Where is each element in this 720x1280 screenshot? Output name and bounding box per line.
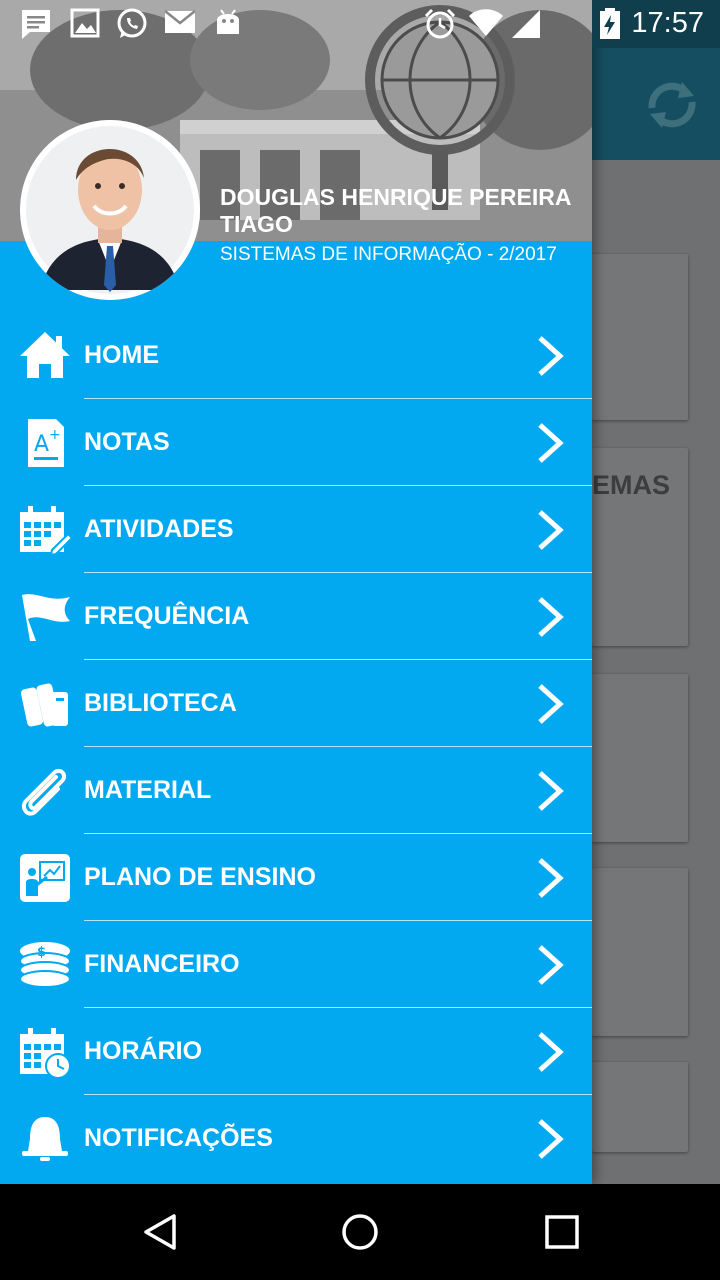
back-icon[interactable] xyxy=(140,1212,180,1252)
menu-item-label: BIBLIOTECA xyxy=(84,689,237,717)
menu-item-atividades[interactable]: ATIVIDADES xyxy=(0,486,592,573)
menu-item-frequencia[interactable]: FREQUÊNCIA xyxy=(0,573,592,660)
alarm-icon xyxy=(424,8,456,39)
home-circle-icon[interactable] xyxy=(340,1212,380,1252)
books-icon xyxy=(20,683,68,727)
background-card-title: EMAS xyxy=(592,470,671,500)
background-card xyxy=(592,674,688,842)
menu-item-material[interactable]: MATERIAL xyxy=(0,747,592,834)
image-icon xyxy=(70,8,100,38)
menu-item-label: FREQUÊNCIA xyxy=(84,602,250,630)
menu-item-label: NOTAS xyxy=(84,428,170,456)
chevron-right-icon xyxy=(538,684,564,724)
drawer-menu: HOME A + NOTAS ATIVIDADES FREQUÊNCIA BIB… xyxy=(0,312,592,1182)
profile-photo xyxy=(20,120,200,300)
background-card xyxy=(592,254,688,420)
calendar-edit-icon xyxy=(20,506,72,556)
menu-item-label: HOME xyxy=(84,341,159,369)
wifi-icon xyxy=(469,9,503,36)
chevron-right-icon xyxy=(538,336,564,376)
user-name: DOUGLAS HENRIQUE PEREIRA TIAGO xyxy=(220,184,571,237)
menu-item-notificacoes[interactable]: NOTIFICAÇÕES xyxy=(0,1095,592,1182)
chevron-right-icon xyxy=(538,423,564,463)
menu-item-plano-de-ensino[interactable]: PLANO DE ENSINO xyxy=(0,834,592,921)
chevron-right-icon xyxy=(538,1119,564,1159)
android-icon xyxy=(217,9,239,34)
message-icon xyxy=(22,10,50,39)
menu-item-financeiro[interactable]: $ FINANCEIRO xyxy=(0,921,592,1008)
menu-item-label: NOTIFICAÇÕES xyxy=(84,1124,273,1152)
chevron-right-icon xyxy=(538,597,564,637)
navigation-drawer: DOUGLAS HENRIQUE PEREIRA TIAGO SISTEMAS … xyxy=(0,0,592,1184)
grades-icon: A + xyxy=(28,419,64,467)
chevron-right-icon xyxy=(538,510,564,550)
recents-icon[interactable] xyxy=(542,1212,582,1252)
signal-icon xyxy=(512,10,540,38)
refresh-icon[interactable] xyxy=(642,78,702,132)
menu-item-label: PLANO DE ENSINO xyxy=(84,863,316,891)
background-card xyxy=(592,868,688,1036)
status-bar: 17:57 xyxy=(0,0,720,48)
battery-charging-icon xyxy=(600,8,620,39)
svg-text:$: $ xyxy=(37,945,46,960)
menu-item-label: MATERIAL xyxy=(84,776,212,804)
menu-item-label: HORÁRIO xyxy=(84,1037,203,1065)
chevron-right-icon xyxy=(538,1032,564,1072)
coins-icon: $ xyxy=(19,942,71,988)
background-card xyxy=(592,1062,688,1152)
menu-item-notas[interactable]: A + NOTAS xyxy=(0,399,592,486)
user-course: SISTEMAS DE INFORMAÇÃO - 2/2017 xyxy=(220,244,557,265)
chevron-right-icon xyxy=(538,858,564,898)
menu-item-label: FINANCEIRO xyxy=(84,950,240,978)
chevron-right-icon xyxy=(538,945,564,985)
paperclip-icon xyxy=(21,768,67,816)
whatsapp-icon xyxy=(117,8,147,38)
bell-icon xyxy=(22,1117,68,1161)
clock: 17:57 xyxy=(631,7,704,39)
avatar[interactable] xyxy=(20,120,200,300)
email-icon xyxy=(164,10,196,33)
home-icon xyxy=(20,332,70,378)
menu-item-horario[interactable]: HORÁRIO xyxy=(0,1008,592,1095)
flag-icon xyxy=(22,594,70,641)
calendar-clock-icon xyxy=(20,1028,71,1078)
svg-text:+: + xyxy=(49,427,61,443)
menu-item-label: ATIVIDADES xyxy=(84,515,234,543)
chevron-right-icon xyxy=(538,771,564,811)
menu-item-home[interactable]: HOME xyxy=(0,312,592,399)
svg-text:A: A xyxy=(34,432,49,457)
menu-item-biblioteca[interactable]: BIBLIOTECA xyxy=(0,660,592,747)
navigation-bar xyxy=(0,1184,720,1280)
teacher-board-icon xyxy=(20,854,70,902)
